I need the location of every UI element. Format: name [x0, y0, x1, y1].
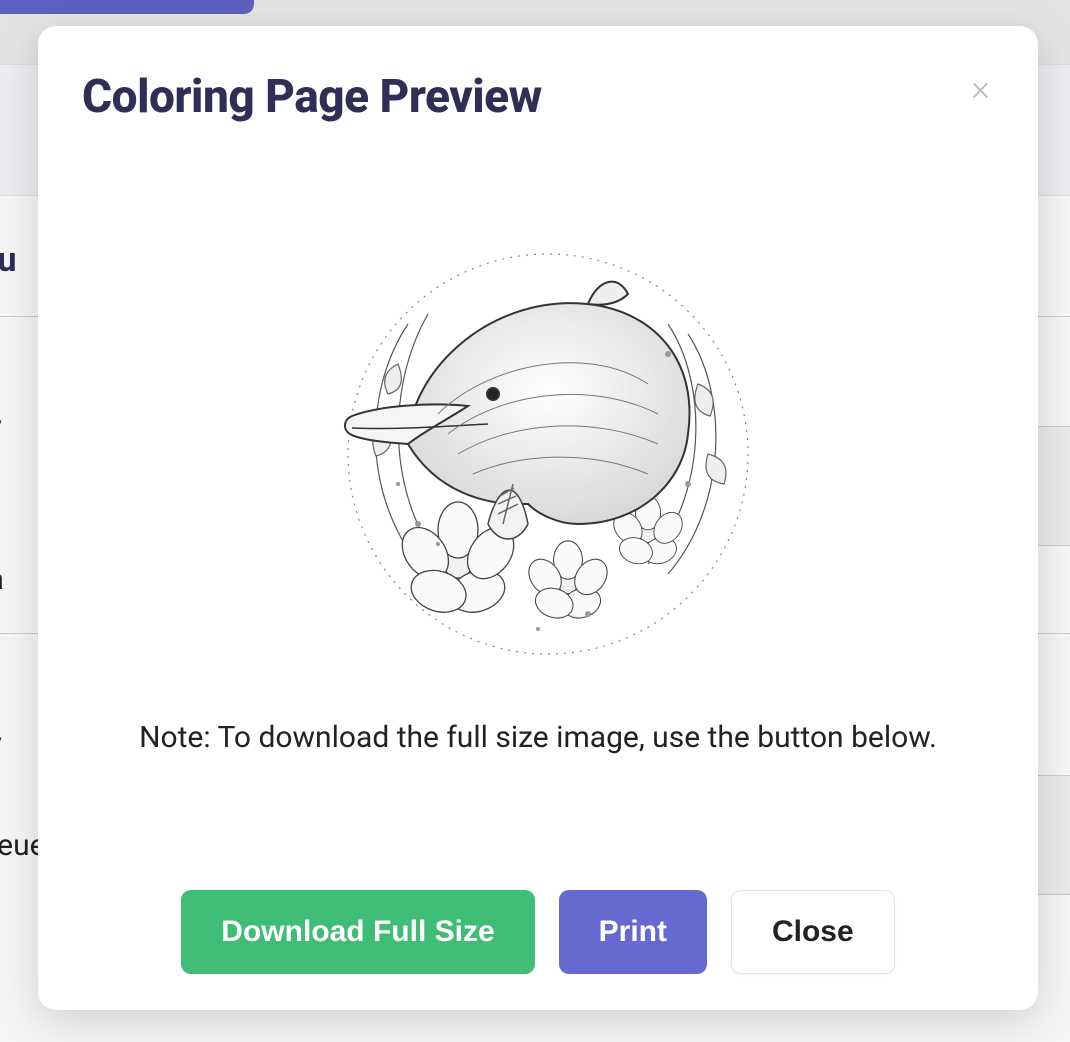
close-icon[interactable]: ×	[967, 70, 994, 106]
modal-title: Coloring Page Preview	[82, 70, 542, 124]
download-note: Note: To download the full size image, u…	[139, 720, 937, 755]
print-button[interactable]: Print	[559, 890, 707, 974]
modal-header: Coloring Page Preview ×	[82, 70, 994, 124]
close-button[interactable]: Close	[731, 890, 895, 974]
modal-body: Note: To download the full size image, u…	[82, 124, 994, 850]
preview-image	[288, 184, 788, 684]
modal-footer: Download Full Size Print Close	[82, 850, 994, 974]
preview-modal: Coloring Page Preview ×	[38, 26, 1038, 1010]
download-full-size-button[interactable]: Download Full Size	[181, 890, 534, 974]
